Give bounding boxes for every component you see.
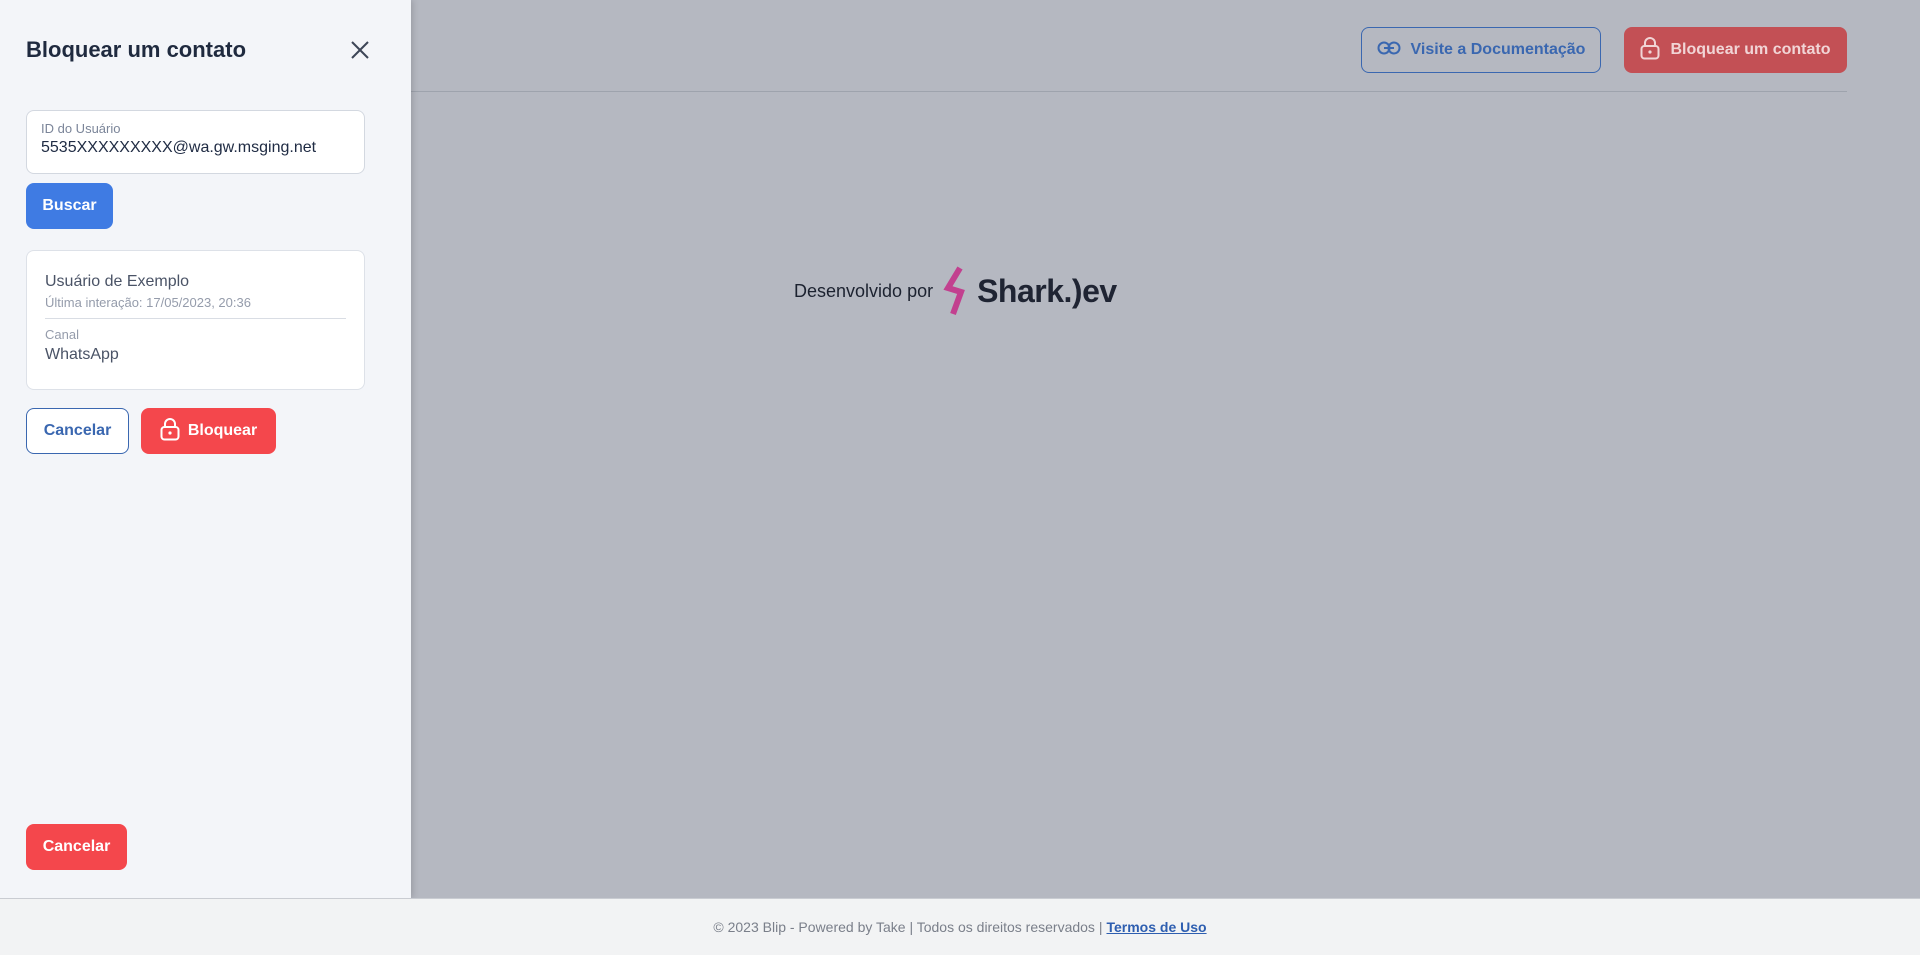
terms-of-use-link[interactable]: Termos de Uso bbox=[1106, 919, 1206, 935]
block-contact-panel: Bloquear um contato ID do Usuário Buscar… bbox=[0, 0, 411, 898]
user-id-label: ID do Usuário bbox=[41, 121, 121, 136]
lock-icon bbox=[160, 417, 180, 446]
footer: © 2023 Blip - Powered by Take | Todos os… bbox=[0, 898, 1920, 955]
block-contact-header-button[interactable]: Bloquear um contato bbox=[1624, 27, 1847, 73]
contact-result-card: Usuário de Exemplo Última interação: 17/… bbox=[26, 250, 365, 390]
top-bar: Visite a Documentação Bloquear um contat… bbox=[410, 0, 1847, 92]
credit-text: Desenvolvido por bbox=[794, 280, 934, 301]
developer-credit: Desenvolvido por Shark.)ev bbox=[794, 266, 1117, 316]
user-id-field: ID do Usuário bbox=[26, 110, 365, 174]
search-button[interactable]: Buscar bbox=[26, 183, 113, 229]
channel-label: Canal bbox=[45, 327, 79, 342]
sharkdev-logo: Shark.)ev bbox=[943, 266, 1117, 316]
channel-value: WhatsApp bbox=[45, 346, 119, 363]
bottom-cancel-button[interactable]: Cancelar bbox=[26, 824, 127, 870]
lock-icon bbox=[1640, 36, 1660, 65]
block-button[interactable]: Bloquear bbox=[141, 408, 276, 454]
cancel-button[interactable]: Cancelar bbox=[26, 408, 129, 454]
contact-name: Usuário de Exemplo bbox=[45, 273, 190, 290]
last-interaction: Última interação: 17/05/2023, 20:36 bbox=[45, 295, 346, 319]
close-icon[interactable] bbox=[346, 36, 374, 64]
block-button-label: Bloquear bbox=[187, 422, 258, 439]
footer-text: © 2023 Blip - Powered by Take | Todos os… bbox=[713, 919, 1103, 935]
sharkdev-logo-text: Shark.)ev bbox=[977, 272, 1117, 309]
panel-title: Bloquear um contato bbox=[26, 37, 247, 62]
sharkdev-logo-mark bbox=[943, 266, 965, 316]
user-id-input[interactable] bbox=[41, 139, 350, 157]
block-contact-header-label: Bloquear um contato bbox=[1670, 41, 1831, 58]
link-icon bbox=[1377, 41, 1401, 60]
visit-documentation-button[interactable]: Visite a Documentação bbox=[1361, 27, 1601, 73]
visit-documentation-label: Visite a Documentação bbox=[1410, 41, 1586, 58]
